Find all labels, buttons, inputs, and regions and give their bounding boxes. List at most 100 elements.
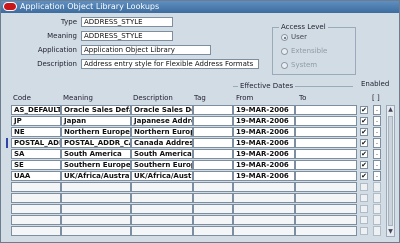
enabled-checkbox[interactable]: ✔ — [360, 161, 368, 169]
cell-tag[interactable] — [193, 193, 233, 203]
cell-from[interactable]: 19-MAR-2006 — [233, 105, 295, 115]
cell-to[interactable] — [295, 149, 357, 159]
enabled-checkbox[interactable] — [360, 227, 368, 235]
more-field[interactable]: . — [373, 160, 381, 170]
enabled-checkbox[interactable]: ✔ — [360, 150, 368, 158]
cell-tag[interactable] — [193, 116, 233, 126]
more-field[interactable] — [373, 182, 381, 192]
cell-from[interactable]: 19-MAR-2006 — [233, 116, 295, 126]
cell-code[interactable] — [11, 182, 61, 192]
enabled-checkbox[interactable]: ✔ — [360, 106, 368, 114]
cell-description[interactable] — [131, 204, 193, 214]
cell-tag[interactable] — [193, 160, 233, 170]
more-field[interactable] — [373, 204, 381, 214]
cell-code[interactable]: JP — [11, 116, 61, 126]
cell-meaning[interactable] — [61, 193, 131, 203]
cell-description[interactable]: Japanese Address Styl — [131, 116, 193, 126]
arrow-down-icon[interactable]: ▼ — [387, 228, 394, 236]
enabled-checkbox[interactable] — [360, 183, 368, 191]
cell-from[interactable] — [233, 204, 295, 214]
cell-meaning[interactable] — [61, 215, 131, 225]
enabled-checkbox[interactable]: ✔ — [360, 117, 368, 125]
cell-tag[interactable] — [193, 138, 233, 148]
radio-system[interactable] — [281, 62, 288, 69]
cell-code[interactable]: AS_DEFAULT — [11, 105, 61, 115]
cell-from[interactable]: 19-MAR-2006 — [233, 138, 295, 148]
enabled-checkbox[interactable] — [360, 194, 368, 202]
cell-from[interactable]: 19-MAR-2006 — [233, 127, 295, 137]
enabled-checkbox[interactable]: ✔ — [360, 172, 368, 180]
title-bar[interactable]: Application Object Library Lookups — [1, 1, 399, 13]
cell-meaning[interactable]: Southern Europe — [61, 160, 131, 170]
cell-meaning[interactable]: UK/Africa/Australasia — [61, 171, 131, 181]
description-field[interactable]: Address entry style for Flexible Address… — [81, 59, 259, 69]
scrollbar-thumb[interactable] — [388, 116, 393, 226]
cell-code[interactable]: SE — [11, 160, 61, 170]
radio-user[interactable] — [281, 34, 288, 41]
cell-meaning[interactable]: POSTAL_ADDR_CA — [61, 138, 131, 148]
cell-to[interactable] — [295, 138, 357, 148]
cell-to[interactable] — [295, 182, 357, 192]
cell-meaning[interactable] — [61, 204, 131, 214]
cell-to[interactable] — [295, 204, 357, 214]
cell-description[interactable]: South American Addr — [131, 149, 193, 159]
cell-meaning[interactable]: South America — [61, 149, 131, 159]
cell-from[interactable] — [233, 215, 295, 225]
enabled-checkbox[interactable] — [360, 216, 368, 224]
cell-from[interactable] — [233, 226, 295, 236]
cell-tag[interactable] — [193, 226, 233, 236]
cell-from[interactable]: 19-MAR-2006 — [233, 160, 295, 170]
more-field[interactable]: . — [373, 127, 381, 137]
cell-tag[interactable] — [193, 105, 233, 115]
cell-code[interactable] — [11, 204, 61, 214]
cell-description[interactable]: Southern European Ad — [131, 160, 193, 170]
cell-code[interactable] — [11, 215, 61, 225]
cell-to[interactable] — [295, 105, 357, 115]
cell-description[interactable]: Oracle Sales Default A — [131, 105, 193, 115]
cell-description[interactable]: Northern European Ad — [131, 127, 193, 137]
enabled-checkbox[interactable]: ✔ — [360, 139, 368, 147]
application-field[interactable]: Application Object Library — [81, 45, 211, 55]
cell-code[interactable] — [11, 193, 61, 203]
cell-meaning[interactable]: Northern Europe — [61, 127, 131, 137]
cell-from[interactable] — [233, 193, 295, 203]
cell-tag[interactable] — [193, 149, 233, 159]
enabled-checkbox[interactable] — [360, 205, 368, 213]
cell-meaning[interactable]: Japan — [61, 116, 131, 126]
cell-tag[interactable] — [193, 204, 233, 214]
radio-extensible[interactable] — [281, 48, 288, 55]
cell-from[interactable]: 19-MAR-2006 — [233, 149, 295, 159]
cell-tag[interactable] — [193, 171, 233, 181]
cell-from[interactable]: 19-MAR-2006 — [233, 171, 295, 181]
cell-tag[interactable] — [193, 182, 233, 192]
cell-meaning[interactable] — [61, 182, 131, 192]
cell-code[interactable]: UAA — [11, 171, 61, 181]
cell-description[interactable] — [131, 215, 193, 225]
more-field[interactable]: . — [373, 171, 381, 181]
cell-code[interactable]: SA — [11, 149, 61, 159]
more-field[interactable] — [373, 215, 381, 225]
cell-description[interactable] — [131, 193, 193, 203]
cell-to[interactable] — [295, 215, 357, 225]
arrow-up-icon[interactable]: ▲ — [387, 106, 394, 114]
type-field[interactable]: ADDRESS_STYLE — [81, 17, 173, 27]
cell-to[interactable] — [295, 116, 357, 126]
cell-from[interactable] — [233, 182, 295, 192]
cell-meaning[interactable]: Oracle Sales Default — [61, 105, 131, 115]
cell-description[interactable]: UK/Africa/Australasia / — [131, 171, 193, 181]
enabled-checkbox[interactable]: ✔ — [360, 128, 368, 136]
cell-tag[interactable] — [193, 215, 233, 225]
cell-to[interactable] — [295, 171, 357, 181]
cell-meaning[interactable] — [61, 226, 131, 236]
more-field[interactable] — [373, 226, 381, 236]
cell-code[interactable]: POSTAL_ADI — [11, 138, 61, 148]
cell-description[interactable]: Canada Address Style — [131, 138, 193, 148]
more-field[interactable]: . — [373, 116, 381, 126]
cell-description[interactable] — [131, 226, 193, 236]
cell-code[interactable] — [11, 226, 61, 236]
meaning-field[interactable]: ADDRESS_STYLE — [81, 31, 173, 41]
cell-to[interactable] — [295, 193, 357, 203]
cell-tag[interactable] — [193, 127, 233, 137]
cell-to[interactable] — [295, 226, 357, 236]
cell-to[interactable] — [295, 127, 357, 137]
